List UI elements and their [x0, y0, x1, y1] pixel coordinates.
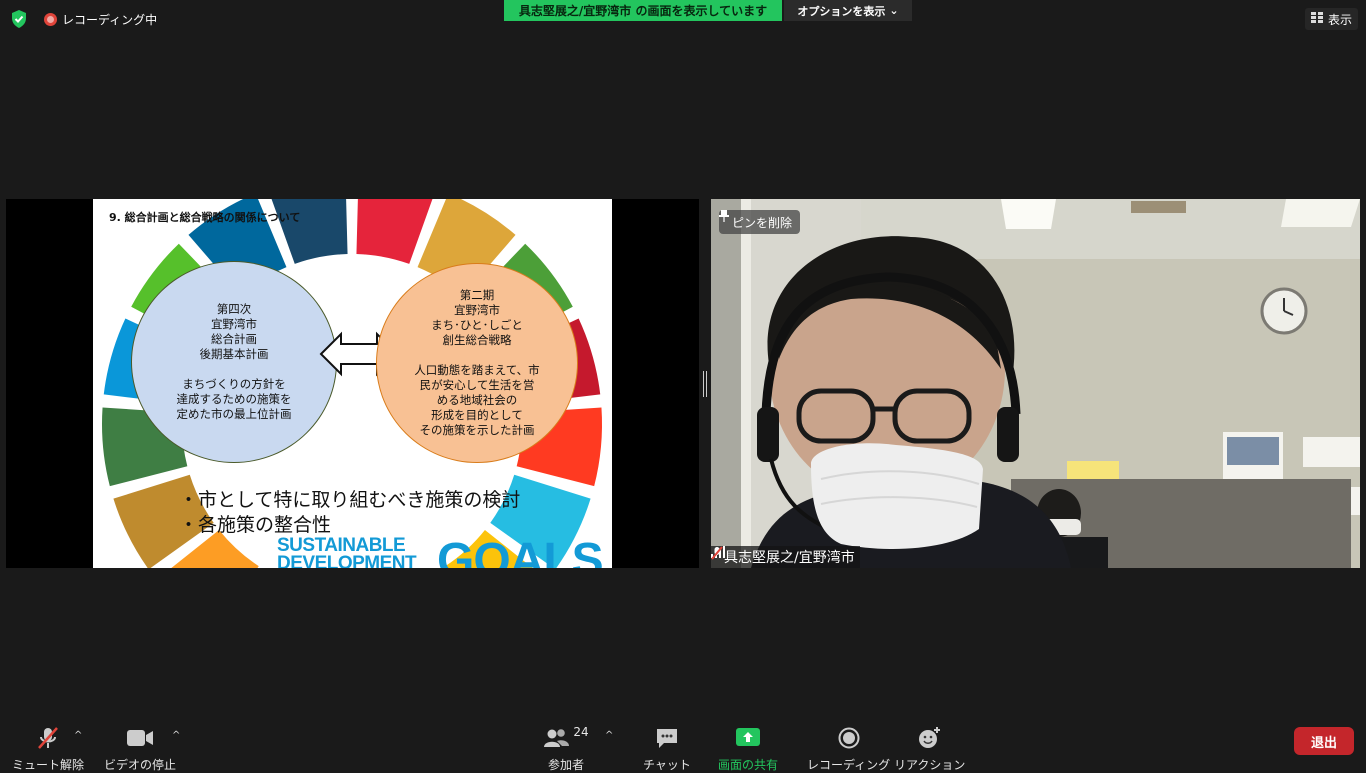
- grid-icon: [1310, 12, 1323, 26]
- stop-video-button[interactable]: ビデオの停止: [104, 726, 176, 773]
- reactions-button[interactable]: リアクション: [894, 726, 965, 773]
- chat-button[interactable]: チャット: [643, 726, 691, 773]
- meeting-toolbar: ミュート解除 ^ ビデオの停止 ^ 24 参加者 ^ チャット 画面の共有 レコ…: [0, 708, 1366, 772]
- share-screen-button[interactable]: 画面の共有: [718, 726, 778, 773]
- record-icon: [832, 726, 866, 750]
- plan-circle-left: 第四次 宜野湾市 総合計画 後期基本計画まちづくりの方針を 達成するための施策を 定めた市…: [131, 261, 337, 463]
- chat-icon: [650, 726, 684, 750]
- circle-text-line: 形成を目的として: [431, 408, 523, 422]
- share-screen-label: 画面の共有: [718, 758, 779, 772]
- emoji-plus-icon: [913, 726, 947, 750]
- view-options-label: オプションを表示: [797, 4, 886, 18]
- record-button[interactable]: レコーディング: [807, 726, 890, 773]
- participants-button[interactable]: 24 参加者: [536, 725, 596, 773]
- reactions-label: リアクション: [894, 758, 966, 772]
- record-label: レコーディング: [807, 758, 891, 772]
- circle-text-line: 総合計画: [211, 332, 257, 346]
- shared-screen[interactable]: 9. 総合計画と総合戦略の関係について 第四次 宜野湾市 総合計画 後期基本計画 まちづ…: [6, 199, 699, 568]
- goals-logo: GOALS: [437, 534, 604, 568]
- circle-text-line: その施策を示した計画: [419, 423, 535, 437]
- circle-text-line: 第二期: [459, 288, 495, 302]
- circle-text-line: 定めた市の最上位計画: [176, 407, 292, 421]
- logo-line2: DEVELOPMENT: [277, 553, 417, 568]
- share-banner: 具志堅展之/宜野湾市 の画面を表示しています: [504, 0, 782, 21]
- chevron-down-icon: ⌄: [889, 4, 899, 17]
- participants-options-caret[interactable]: ^: [605, 730, 613, 741]
- recording-label: レコーディング中: [62, 13, 158, 27]
- recording-icon: [44, 13, 57, 26]
- stop-video-label: ビデオの停止: [104, 758, 177, 772]
- participants-count: 24: [573, 725, 589, 739]
- circle-text-line: 宜野湾市: [211, 317, 257, 331]
- muted-mic-icon: [31, 726, 65, 750]
- video-frame: [711, 199, 1360, 568]
- share-screen-icon: [731, 726, 765, 750]
- recording-indicator[interactable]: レコーディング中: [44, 11, 157, 28]
- presentation-slide: 9. 総合計画と総合戦略の関係について 第四次 宜野湾市 総合計画 後期基本計画 まちづ…: [93, 199, 612, 568]
- resize-handle[interactable]: [702, 371, 708, 397]
- audio-options-caret[interactable]: ^: [74, 730, 82, 741]
- slide-bullets: ・市として特に取り組むべき施策の検討 ・各施策の整合性: [179, 488, 520, 538]
- participant-video[interactable]: ピンを削除 具志堅展之/宜野湾市: [711, 199, 1360, 568]
- circle-text-line: まち･ひと･しごと: [431, 318, 523, 332]
- participant-name: 具志堅展之/宜野湾市: [724, 550, 855, 566]
- circle-text-line: 人口動態を踏まえて、市: [414, 363, 540, 377]
- view-options-button[interactable]: オプションを表示 ⌄: [784, 0, 912, 21]
- chat-label: チャット: [643, 758, 691, 772]
- circle-text-line: 宜野湾市: [454, 303, 500, 317]
- circle-text-line: 第四次: [216, 302, 252, 316]
- view-label: 表示: [1327, 12, 1352, 27]
- circle-text-line: める地域社会の: [436, 393, 518, 407]
- leave-button[interactable]: 退出: [1294, 727, 1354, 755]
- circle-text-line: 後期基本計画: [199, 347, 269, 361]
- slide-title: 9. 総合計画と総合戦略の関係について: [109, 211, 301, 224]
- circle-text-line: 民が安心して生活を営: [419, 378, 535, 392]
- participant-name-tag: 具志堅展之/宜野湾市: [711, 546, 860, 568]
- remove-pin-label: ピンを削除: [732, 215, 793, 230]
- security-shield-icon[interactable]: [9, 9, 29, 29]
- bullet-item: ・市として特に取り組むべき施策の検討: [179, 489, 521, 511]
- sdg-logo-text: SUSTAINABLE DEVELOPMENT: [277, 536, 417, 568]
- view-button[interactable]: 表示: [1304, 8, 1358, 30]
- remove-pin-button[interactable]: ピンを削除: [719, 210, 801, 234]
- video-camera-icon: [123, 726, 157, 750]
- participants-label: 参加者: [547, 758, 584, 772]
- participants-icon: 24: [536, 725, 596, 750]
- circle-text-line: 創生総合戦略: [442, 333, 512, 347]
- plan-circle-right: 第二期 宜野湾市 まち･ひと･しごと 創生総合戦略人口動態を踏まえて、市 民が安心して生…: [376, 263, 578, 463]
- circle-text-line: まちづくりの方針を: [182, 377, 286, 391]
- circle-text-line: 達成するための施策を: [176, 392, 292, 406]
- video-options-caret[interactable]: ^: [172, 730, 180, 741]
- unmute-label: ミュート解除: [12, 758, 85, 772]
